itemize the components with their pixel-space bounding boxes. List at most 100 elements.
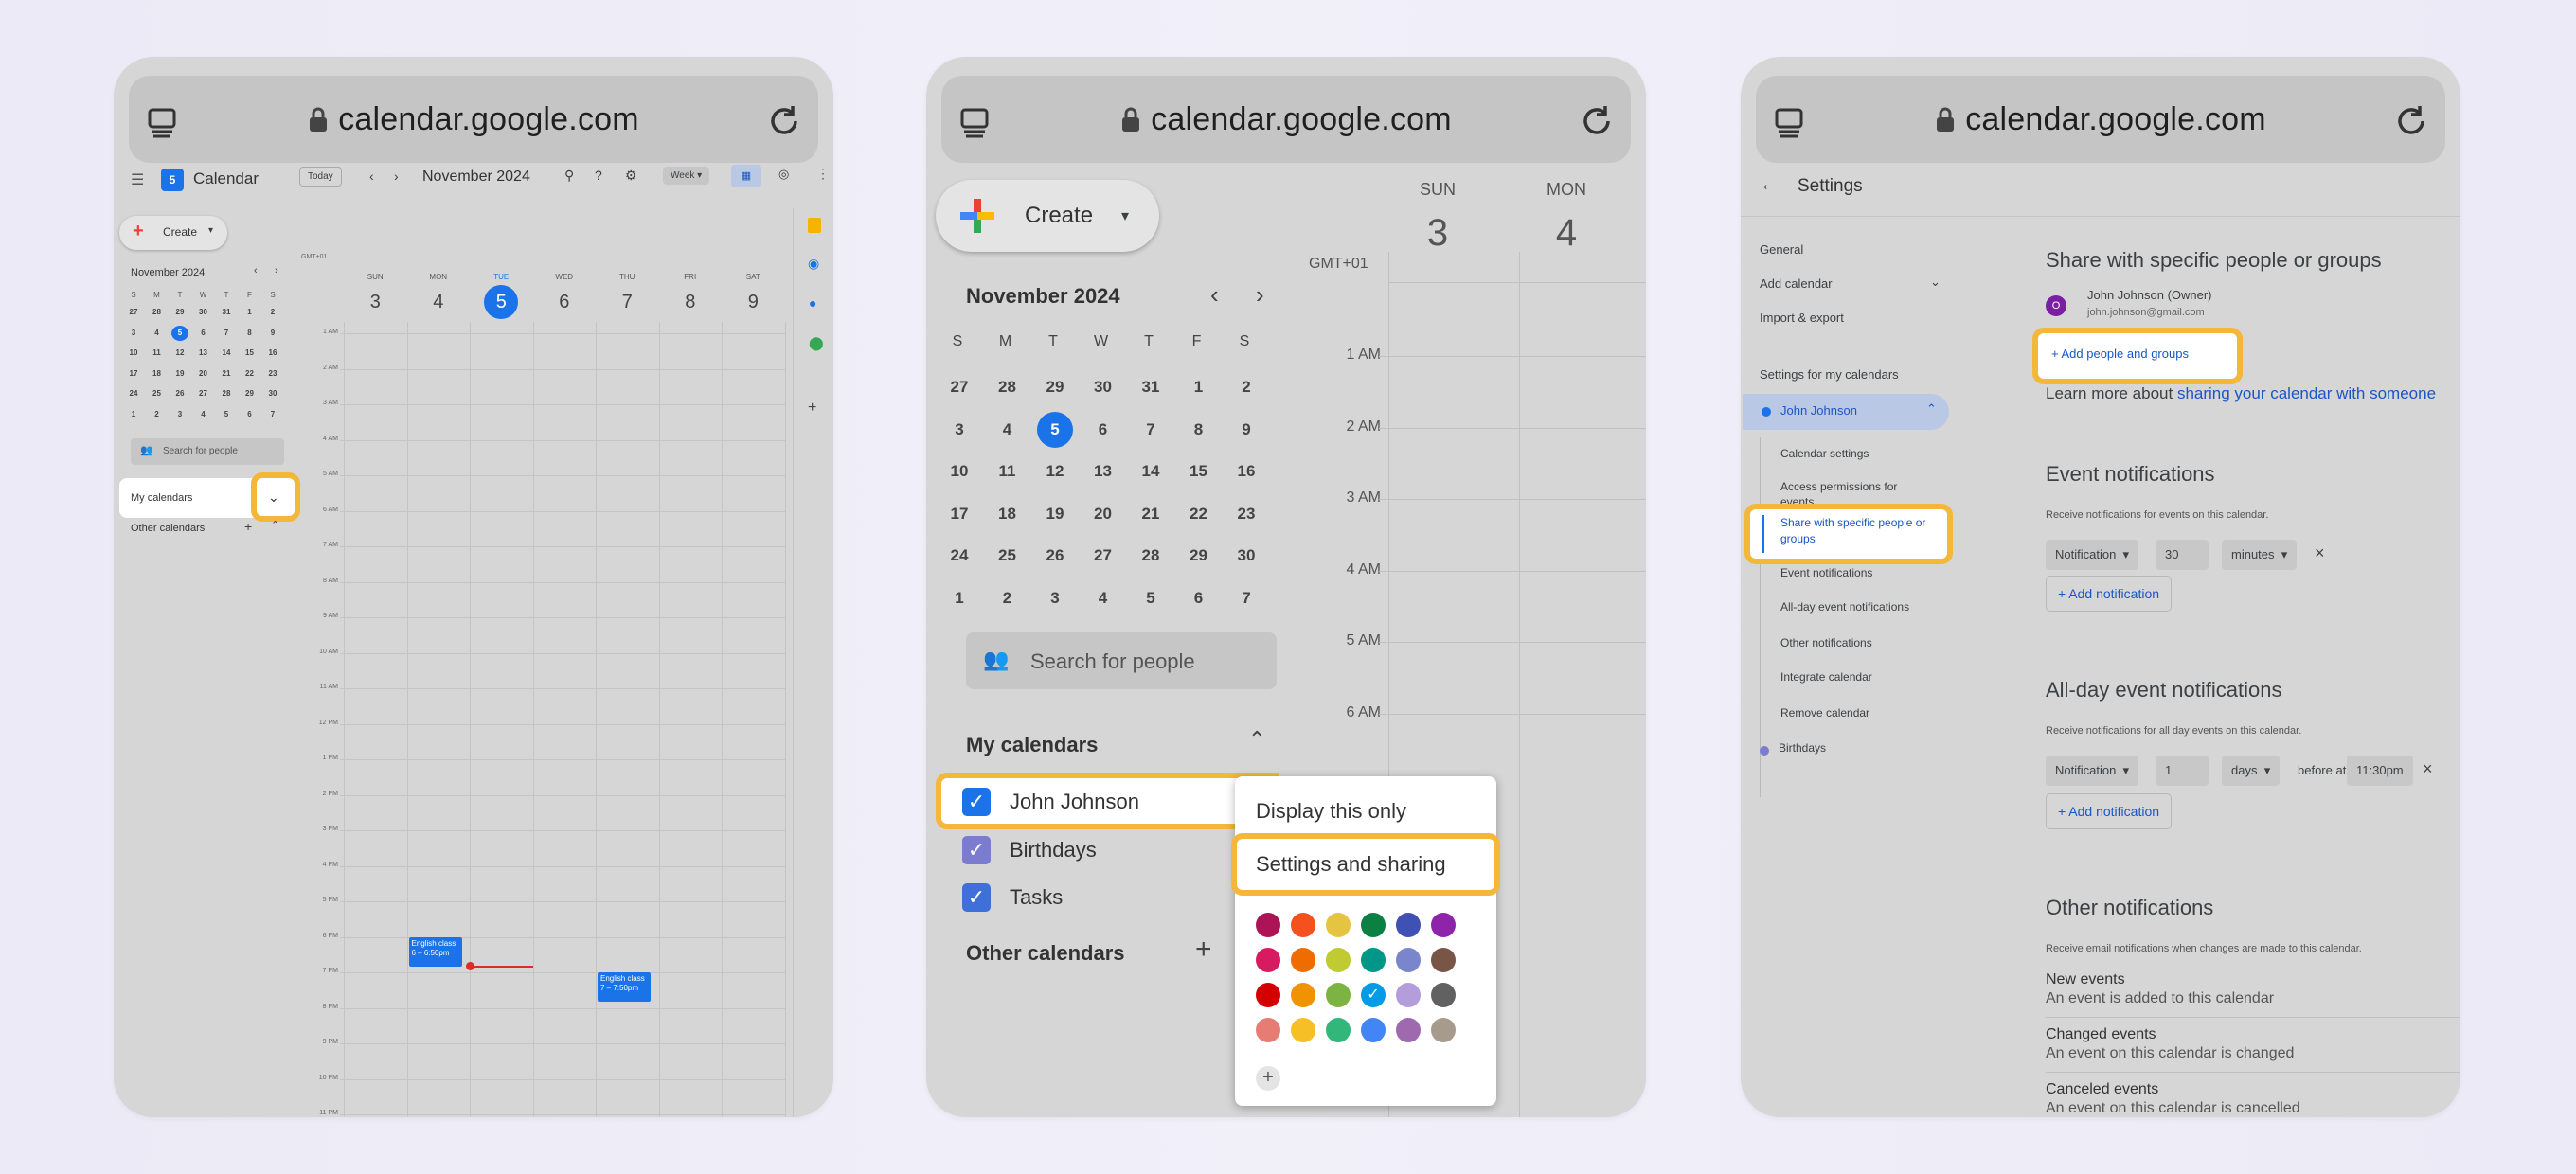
add-people-highlight[interactable]: + Add people and groups xyxy=(2032,328,2243,384)
mini-day[interactable]: 17 xyxy=(125,366,142,382)
nav-event-notifications[interactable]: Event notifications xyxy=(1780,566,1872,579)
mini-day[interactable]: 30 xyxy=(1228,538,1264,574)
color-swatch[interactable] xyxy=(1361,913,1386,937)
menu-icon[interactable]: ☰ xyxy=(131,170,144,189)
mini-day[interactable]: 28 xyxy=(1133,538,1169,574)
mini-day[interactable]: 30 xyxy=(1085,369,1121,405)
tabs-icon[interactable] xyxy=(148,108,176,138)
allday-time-select[interactable]: 11:30pm xyxy=(2347,756,2413,786)
gear-icon[interactable]: ⚙ xyxy=(625,168,637,184)
calendar-list-item[interactable]: Tasks xyxy=(1010,885,1063,910)
calendar-list-item[interactable]: Birthdays xyxy=(1010,838,1097,863)
mini-day[interactable]: 5 xyxy=(1037,411,1073,448)
today-button[interactable]: Today xyxy=(299,167,342,187)
add-people-button[interactable]: + Add people and groups xyxy=(2051,347,2189,361)
add-notification-button[interactable]: + Add notification xyxy=(2046,576,2173,612)
color-swatch[interactable] xyxy=(1431,913,1456,937)
mini-day[interactable]: 22 xyxy=(1181,496,1217,532)
mini-day[interactable]: 3 xyxy=(941,412,977,448)
mini-day[interactable]: 3 xyxy=(125,326,142,341)
mini-day[interactable]: 4 xyxy=(990,412,1026,448)
mini-next-icon[interactable]: › xyxy=(1256,280,1264,310)
reload-icon[interactable] xyxy=(2394,104,2428,138)
mini-day[interactable]: 9 xyxy=(264,326,281,341)
view-select[interactable]: Week ▾ xyxy=(663,167,710,185)
mini-day[interactable]: 1 xyxy=(941,580,977,616)
mini-day[interactable]: 8 xyxy=(242,326,259,341)
mini-day[interactable]: 13 xyxy=(195,346,212,361)
mini-day[interactable]: 7 xyxy=(218,326,235,341)
mini-day[interactable]: 16 xyxy=(1228,454,1264,489)
mini-day[interactable]: 3 xyxy=(1037,580,1073,616)
day-num-sun[interactable]: 3 xyxy=(1381,212,1494,255)
mini-next-icon[interactable]: › xyxy=(275,265,278,276)
mini-day[interactable]: 10 xyxy=(125,346,142,361)
nav-birthdays[interactable]: Birthdays xyxy=(1779,741,1826,755)
chevron-up-icon[interactable]: ⌃ xyxy=(1248,727,1265,752)
mini-day[interactable]: 23 xyxy=(264,366,281,382)
mini-day[interactable]: 22 xyxy=(242,366,259,382)
allday-add-notification-button[interactable]: + Add notification xyxy=(2046,793,2173,829)
mini-day[interactable]: 14 xyxy=(218,346,235,361)
mini-day[interactable]: 24 xyxy=(125,386,142,401)
mini-day[interactable]: 2 xyxy=(264,305,281,320)
custom-color-add-icon[interactable]: + xyxy=(1256,1066,1280,1091)
color-swatch[interactable] xyxy=(1291,948,1315,972)
color-swatch[interactable] xyxy=(1396,948,1421,972)
checkbox[interactable]: ✓ xyxy=(962,883,991,912)
mini-prev-icon[interactable]: ‹ xyxy=(1210,280,1219,310)
learn-more-link[interactable]: sharing your calendar with someone xyxy=(2177,384,2436,402)
create-button[interactable]: + Create ▾ xyxy=(119,216,227,250)
search-people-input[interactable]: 👥 Search for people xyxy=(966,632,1277,689)
mini-day[interactable]: 5 xyxy=(1133,580,1169,616)
event-block[interactable]: English class 6 – 6:50pm xyxy=(408,936,462,967)
mini-day[interactable]: 21 xyxy=(218,366,235,382)
tabs-icon[interactable] xyxy=(1775,108,1803,138)
nav-general[interactable]: General xyxy=(1760,242,1803,257)
mini-day[interactable]: 20 xyxy=(1085,496,1121,532)
day-number[interactable]: 8 xyxy=(673,285,707,319)
mini-day[interactable]: 1 xyxy=(242,305,259,320)
notification-type-select[interactable]: Notification ▾ xyxy=(2046,540,2139,570)
color-swatch[interactable] xyxy=(1326,983,1351,1007)
event-block[interactable]: English class 7 – 7:50pm xyxy=(598,972,651,1002)
notification-unit-select[interactable]: minutes ▾ xyxy=(2222,540,2298,570)
mini-day[interactable]: 27 xyxy=(125,305,142,320)
day-number[interactable]: 7 xyxy=(610,285,644,319)
mini-day[interactable]: 4 xyxy=(149,326,166,341)
day-number[interactable]: 6 xyxy=(547,285,581,319)
mini-day[interactable]: 6 xyxy=(1181,580,1217,616)
checkbox[interactable]: ✓ xyxy=(962,835,991,864)
color-swatch[interactable]: ✓ xyxy=(1361,983,1386,1007)
mini-day[interactable]: 2 xyxy=(990,580,1026,616)
color-swatch[interactable] xyxy=(1256,948,1280,972)
settings-and-sharing-item[interactable]: Settings and sharing xyxy=(1256,852,1446,877)
notification-value-input[interactable]: 30 xyxy=(2156,540,2209,570)
color-swatch[interactable] xyxy=(1291,913,1315,937)
mini-day[interactable]: 12 xyxy=(171,346,188,361)
mini-day[interactable]: 4 xyxy=(1085,580,1121,616)
mini-day[interactable]: 28 xyxy=(218,386,235,401)
mini-day[interactable]: 27 xyxy=(1085,538,1121,574)
checkbox[interactable]: ✓ xyxy=(962,788,991,816)
mini-day[interactable]: 18 xyxy=(990,496,1026,532)
my-calendars-toggle-highlight[interactable]: ⌄ xyxy=(251,472,300,522)
color-swatch[interactable] xyxy=(1291,1018,1315,1042)
address-bar[interactable]: calendar.google.com xyxy=(941,76,1631,163)
tasks-icon[interactable]: ◉ xyxy=(808,256,819,272)
chevron-down-icon[interactable]: ⌄ xyxy=(1930,275,1941,290)
address-bar[interactable]: calendar.google.com xyxy=(1756,76,2445,163)
nav-add-calendar[interactable]: Add calendar xyxy=(1760,276,1833,291)
nav-remove-calendar[interactable]: Remove calendar xyxy=(1780,706,1869,720)
mini-day[interactable]: 9 xyxy=(1228,412,1264,448)
mini-day[interactable]: 7 xyxy=(1133,412,1169,448)
mini-day[interactable]: 15 xyxy=(1181,454,1217,489)
mini-day[interactable]: 6 xyxy=(1085,412,1121,448)
back-arrow-icon[interactable]: ← xyxy=(1760,174,1779,196)
mini-day[interactable]: 5 xyxy=(218,407,235,422)
color-swatch[interactable] xyxy=(1326,1018,1351,1042)
color-swatch[interactable] xyxy=(1431,1018,1456,1042)
mini-day[interactable]: 30 xyxy=(195,305,212,320)
mini-day[interactable]: 6 xyxy=(195,326,212,341)
mini-day[interactable]: 4 xyxy=(195,407,212,422)
